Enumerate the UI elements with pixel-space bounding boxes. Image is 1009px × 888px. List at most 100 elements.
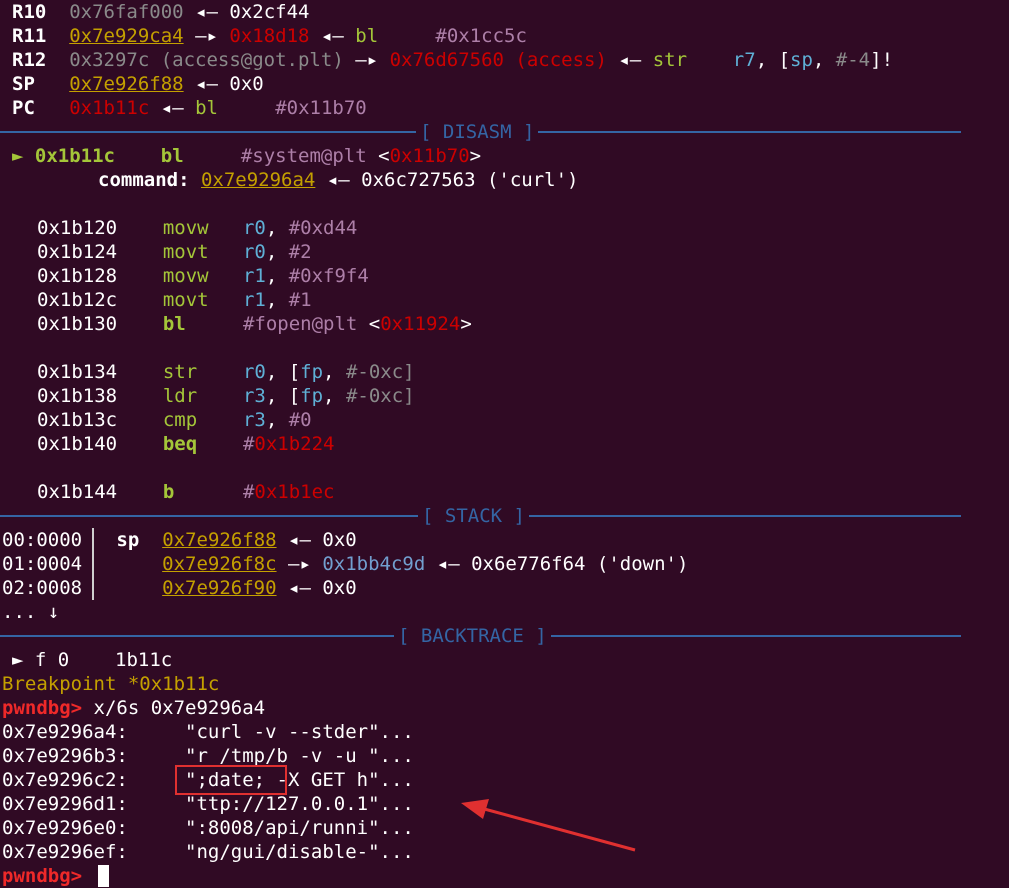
- text-cursor: [98, 865, 109, 887]
- disasm-command-arg: command: 0x7e9296a4 ◂— 0x6c727563 ('curl…: [98, 168, 579, 192]
- branch-target: #system@plt: [240, 145, 367, 167]
- arrow: ◂—: [326, 169, 350, 191]
- arrow: ◂—: [288, 577, 311, 599]
- instruction: b: [162, 481, 175, 503]
- register-value: 0x2cf44: [229, 1, 310, 23]
- backtrace-section-title: [ BACKTRACE ]: [394, 624, 551, 648]
- register-r12: R12 0x3297c (access@got.plt) —▸ 0x76d675…: [12, 48, 893, 72]
- highlight-box: [175, 765, 287, 795]
- register-name: R10: [12, 1, 47, 23]
- disasm-row: 0x1b120 movw r0, #0xd44: [37, 216, 357, 240]
- operand-immediate: #0xf9f4: [288, 265, 369, 287]
- target-address: 0x11b70: [389, 145, 470, 167]
- instruction: bl: [195, 97, 218, 119]
- active-prompt[interactable]: pwndbg>: [2, 864, 94, 888]
- instruction-address: 0x1b13c: [37, 409, 118, 431]
- stack-value: 0x0: [322, 529, 357, 551]
- memory-row: 0x7e9296ef: "ng/gui/disable-"...: [2, 840, 414, 864]
- memory-address: 0x7e9296c2:: [2, 769, 128, 791]
- instruction: beq: [162, 433, 198, 455]
- terminal-window[interactable]: R10 0x76faf000 ◂— 0x2cf44 R11 0x7e929ca4…: [0, 0, 1009, 888]
- target-address: 0x1b1ec: [254, 481, 335, 503]
- instruction-address: 0x1b128: [37, 265, 118, 287]
- frame-address: 1b11c: [115, 649, 173, 671]
- frame-index: f 0: [34, 649, 70, 671]
- register-address: 0x7e926f88: [69, 73, 184, 95]
- punct: , [: [265, 361, 301, 383]
- stack-row: 01:0004 0x7e926f8c —▸ 0x1bb4c9d ◂— 0x6e7…: [2, 552, 688, 576]
- frame-marker-icon: ►: [12, 649, 24, 671]
- instruction-address: 0x1b120: [37, 217, 118, 239]
- stack-row: 02:0008 0x7e926f90 ◂— 0x0: [2, 576, 357, 600]
- memory-string: ":8008/api/runni"...: [185, 817, 414, 839]
- instruction-address: 0x1b11c: [34, 145, 115, 167]
- command-text: x/6s 0x7e9296a4: [93, 697, 266, 719]
- operand-register: r1: [242, 265, 266, 287]
- operand-register: r0: [242, 361, 266, 383]
- prompt: pwndbg>: [2, 697, 83, 719]
- branch-target: #fopen@plt: [242, 313, 358, 335]
- arrow: ◂—: [160, 97, 184, 119]
- operand-register: r3: [242, 385, 266, 407]
- punct: ]: [403, 385, 415, 407]
- register-pointer: 0x76d67560 (access): [389, 49, 607, 71]
- register-name: R11: [12, 25, 47, 47]
- stack-address: 0x7e926f8c: [162, 553, 277, 575]
- disasm-section-title: [ DISASM ]: [416, 120, 539, 144]
- arrow: ◂—: [288, 529, 311, 551]
- instruction: str: [162, 361, 198, 383]
- breakpoint-message: Breakpoint *0x1b11c: [2, 673, 220, 695]
- stack-index: 01:0004: [2, 553, 83, 575]
- register-name: PC: [12, 97, 35, 119]
- memory-string: "ng/gui/disable-"...: [185, 841, 414, 863]
- memory-address: 0x7e9296e0:: [2, 817, 128, 839]
- arg-label: command:: [98, 169, 190, 191]
- register-pc: PC 0x1b11c ◂— bl #0x11b70: [12, 96, 367, 120]
- punct: ,: [812, 49, 836, 71]
- operand-immediate: #1: [288, 289, 312, 311]
- instruction: bl: [160, 145, 184, 167]
- stack-address: 0x7e926f90: [162, 577, 277, 599]
- disasm-row: 0x1b130 bl #fopen@plt <0x11924>: [37, 312, 472, 336]
- operand-immediate: #2: [288, 241, 312, 263]
- target-address: 0x1b224: [254, 433, 335, 455]
- disasm-row: 0x1b124 movt r0, #2: [37, 240, 312, 264]
- arrow: —▸: [355, 49, 379, 71]
- punct: #: [242, 481, 255, 503]
- punct: <: [368, 313, 381, 335]
- stack-index: 00:0000: [2, 529, 83, 551]
- stack-value: 0x0: [322, 577, 357, 599]
- target-address: 0x11924: [380, 313, 461, 335]
- register-value: 0x0: [229, 73, 264, 95]
- arg-value: 0x6c727563 ('curl'): [361, 169, 579, 191]
- instruction: bl: [355, 25, 379, 47]
- prompt: pwndbg>: [2, 865, 83, 887]
- memory-string: "ttp://127.0.0.1"...: [185, 793, 414, 815]
- memory-address: 0x7e9296a4:: [2, 721, 128, 743]
- operand-offset: #-4: [835, 49, 871, 71]
- command-line: pwndbg> x/6s 0x7e9296a4: [2, 696, 265, 720]
- operand-register: r1: [242, 289, 266, 311]
- operand-register: fp: [300, 361, 324, 383]
- instruction: movw: [162, 265, 209, 287]
- register-address: 0x3297c (access@got.plt): [69, 49, 344, 71]
- operand-register: fp: [300, 385, 324, 407]
- operand-offset: #-0xc: [345, 361, 404, 383]
- stack-index: 02:0008: [2, 577, 83, 599]
- arrow: ◂—: [195, 1, 218, 23]
- operand-register: r0: [242, 241, 266, 263]
- punct: ]!: [870, 49, 894, 71]
- punct: >: [460, 313, 472, 335]
- punct: ,: [265, 409, 289, 431]
- memory-row: 0x7e9296e0: ":8008/api/runni"...: [2, 816, 414, 840]
- punct: ,: [323, 385, 346, 407]
- instruction: str: [652, 49, 688, 71]
- stack-value: 0x6e776f64 ('down'): [471, 553, 689, 575]
- punct: ,: [265, 241, 289, 263]
- register-address: 0x76faf000: [69, 1, 184, 23]
- operand-register: r0: [242, 217, 266, 239]
- memory-address: 0x7e9296b3:: [2, 745, 128, 767]
- memory-string: "curl -v --stder"...: [185, 721, 414, 743]
- instruction: ldr: [162, 385, 198, 407]
- arrow: —▸: [288, 553, 311, 575]
